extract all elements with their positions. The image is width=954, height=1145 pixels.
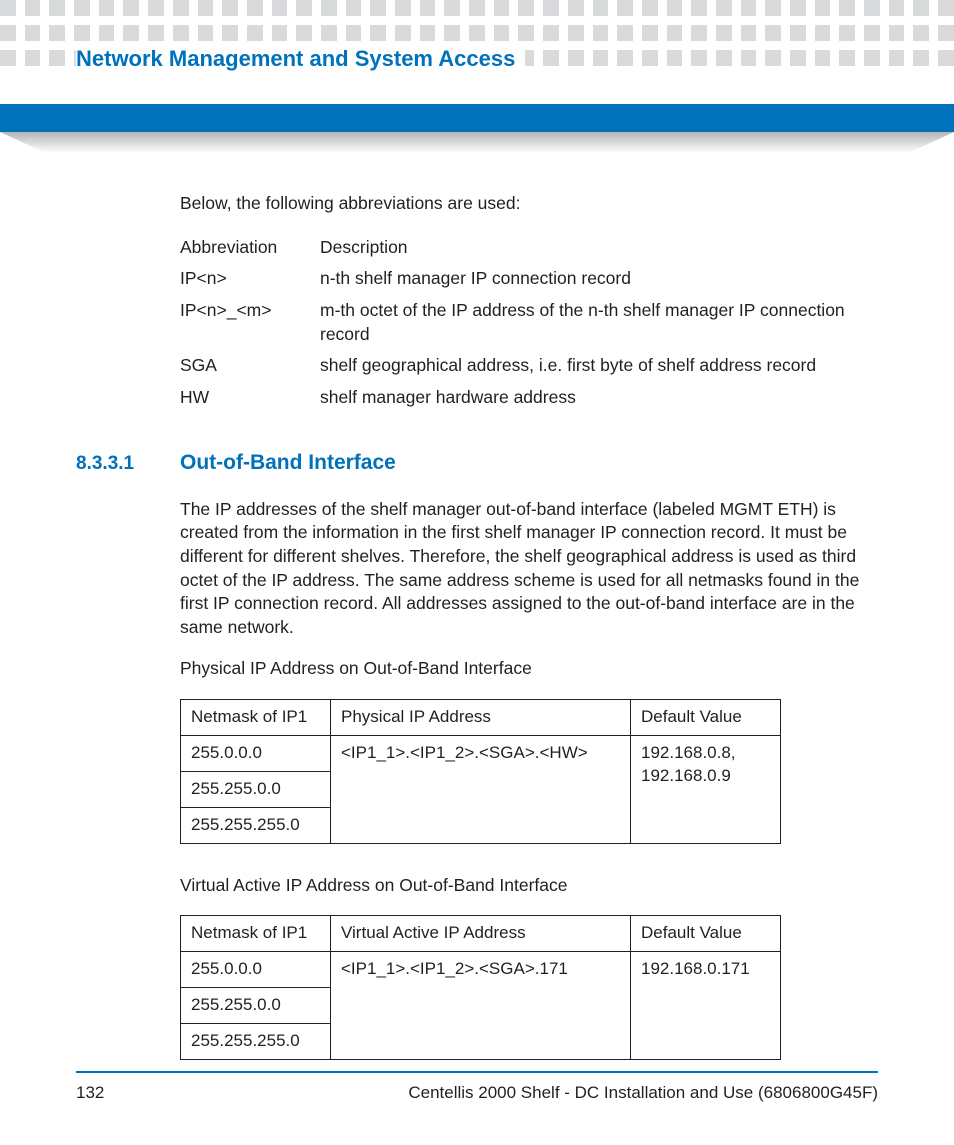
header-blue-bar	[0, 104, 954, 132]
table-header: Default Value	[631, 916, 781, 952]
intro-text: Below, the following abbreviations are u…	[180, 192, 878, 216]
abbr-head-col1: Abbreviation	[180, 236, 320, 260]
page-footer: 132 Centellis 2000 Shelf - DC Installati…	[76, 1071, 878, 1103]
abbr-cell: IP<n>_<m>	[180, 299, 320, 346]
table-cell: 255.0.0.0	[181, 952, 331, 988]
document-title: Centellis 2000 Shelf - DC Installation a…	[408, 1083, 878, 1103]
table-cell: 192.168.0.171	[631, 952, 781, 1060]
virtual-ip-table: Netmask of IP1 Virtual Active IP Address…	[180, 915, 781, 1060]
section-title: Out-of-Band Interface	[180, 449, 396, 477]
table-cell: <IP1_1>.<IP1_2>.<SGA>.<HW>	[331, 736, 631, 844]
section-paragraph: The IP addresses of the shelf manager ou…	[180, 498, 878, 640]
table-header: Virtual Active IP Address	[331, 916, 631, 952]
table-cell: <IP1_1>.<IP1_2>.<SGA>.171	[331, 952, 631, 1060]
abbr-cell: SGA	[180, 354, 320, 378]
abbr-cell: n-th shelf manager IP connection record	[320, 267, 878, 291]
table-header: Netmask of IP1	[181, 700, 331, 736]
physical-ip-table: Netmask of IP1 Physical IP Address Defau…	[180, 699, 781, 844]
abbr-cell: m-th octet of the IP address of the n-th…	[320, 299, 878, 346]
abbr-cell: shelf manager hardware address	[320, 386, 878, 410]
abbr-cell: HW	[180, 386, 320, 410]
table-cell: 255.255.0.0	[181, 988, 331, 1024]
abbr-cell: shelf geographical address, i.e. first b…	[320, 354, 878, 378]
table-cell: 192.168.0.8, 192.168.0.9	[631, 736, 781, 844]
table-header: Physical IP Address	[331, 700, 631, 736]
chapter-title: Network Management and System Access	[76, 46, 525, 74]
table-cell: 255.255.255.0	[181, 1024, 331, 1060]
header-shadow	[0, 132, 954, 154]
abbr-cell: IP<n>	[180, 267, 320, 291]
table2-caption: Virtual Active IP Address on Out-of-Band…	[180, 874, 878, 898]
table-cell: 255.255.255.0	[181, 807, 331, 843]
abbr-head-col2: Description	[320, 236, 878, 260]
table-header: Netmask of IP1	[181, 916, 331, 952]
table-cell: 255.0.0.0	[181, 736, 331, 772]
section-number: 8.3.3.1	[76, 451, 180, 477]
table1-caption: Physical IP Address on Out-of-Band Inter…	[180, 657, 878, 681]
table-cell: 255.255.0.0	[181, 771, 331, 807]
abbreviation-table: Abbreviation Description IP<n> n-th shel…	[180, 236, 878, 410]
table-header: Default Value	[631, 700, 781, 736]
page-number: 132	[76, 1083, 104, 1103]
